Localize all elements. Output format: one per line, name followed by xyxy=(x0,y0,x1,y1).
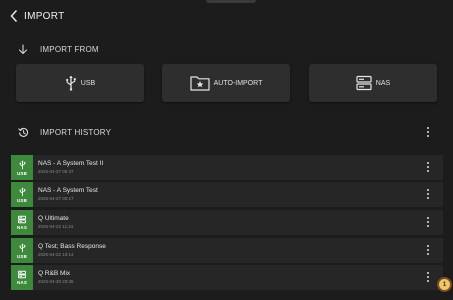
row-text: NAS - A System Test 2025-04-27 00:17 xyxy=(38,187,98,202)
header: IMPORT xyxy=(10,8,65,24)
drag-handle[interactable] xyxy=(206,0,256,3)
row-kebab-icon[interactable] xyxy=(423,160,433,174)
nas-icon xyxy=(18,270,26,279)
row-name: NAS - A System Test xyxy=(38,187,98,194)
usb-icon xyxy=(19,187,25,196)
source-label: USB xyxy=(16,197,28,203)
source-label: NAS xyxy=(16,225,28,230)
row-text: NAS - A System Test II 2025-04-27 00:47 xyxy=(38,160,103,175)
history-icon xyxy=(17,126,29,138)
import-history-header: IMPORT HISTORY xyxy=(17,125,111,139)
usb-icon xyxy=(19,243,25,252)
nas-icon xyxy=(18,215,26,224)
arrow-down-icon xyxy=(17,43,29,55)
import-from-header: IMPORT FROM xyxy=(17,42,99,56)
row-text: Q Test; Bass Response 2025-04-22 10:14 xyxy=(38,243,106,258)
row-name: Q Ultimate xyxy=(38,215,69,222)
source-tile-nas: NAS xyxy=(11,210,33,235)
source-tile-usb: USB xyxy=(11,155,33,180)
row-date: 2025-04-27 00:17 xyxy=(38,196,74,201)
row-name: NAS - A System Test II xyxy=(38,160,104,167)
notification-badge[interactable]: 1 xyxy=(437,277,452,292)
history-menu-kebab-icon[interactable] xyxy=(423,125,433,139)
history-row[interactable]: USB NAS - A System Test 2025-04-27 00:17 xyxy=(11,182,443,207)
source-tile-usb: USB xyxy=(11,182,33,207)
row-text: Q Ultimate 2025-04-22 11:24 xyxy=(38,215,73,230)
source-tile-nas: NAS xyxy=(11,265,33,290)
import-nas-button[interactable]: NAS xyxy=(309,64,437,102)
source-label: USB xyxy=(16,170,28,176)
history-row[interactable]: USB Q Test; Bass Response 2025-04-22 10:… xyxy=(11,238,443,263)
badge-count: 1 xyxy=(442,281,447,288)
usb-icon xyxy=(19,160,25,169)
row-name: Q R&B Mix xyxy=(38,270,71,277)
source-label: NAS xyxy=(16,280,28,285)
history-row[interactable]: NAS Q R&B Mix 2025-04-20 23:36 xyxy=(11,265,443,290)
row-date: 2025-04-27 00:47 xyxy=(38,169,74,174)
import-history-label: IMPORT HISTORY xyxy=(40,127,112,137)
history-row[interactable]: USB NAS - A System Test II 2025-04-27 00… xyxy=(11,155,443,180)
row-kebab-icon[interactable] xyxy=(423,215,433,229)
chevron-left-icon[interactable] xyxy=(10,8,20,24)
row-date: 2025-04-22 11:24 xyxy=(38,224,74,229)
page-title: IMPORT xyxy=(24,10,65,22)
source-tile-usb: USB xyxy=(11,238,33,263)
row-name: Q Test; Bass Response xyxy=(38,243,106,250)
usb-label: USB xyxy=(80,79,96,87)
row-kebab-icon[interactable] xyxy=(423,270,433,284)
import-from-label: IMPORT FROM xyxy=(40,44,99,54)
import-auto-button[interactable]: AUTO-IMPORT xyxy=(162,64,290,102)
history-row[interactable]: NAS Q Ultimate 2025-04-22 11:24 xyxy=(11,210,443,235)
row-text: Q R&B Mix 2025-04-20 23:36 xyxy=(38,270,74,285)
import-screen: IMPORT IMPORT FROM USB AUTO-IMPORT NAS I… xyxy=(0,0,453,300)
auto-import-label: AUTO-IMPORT xyxy=(213,79,263,87)
row-kebab-icon[interactable] xyxy=(423,187,433,201)
usb-icon xyxy=(65,75,77,91)
nas-label: NAS xyxy=(375,79,391,87)
back-button[interactable]: IMPORT xyxy=(10,8,65,24)
row-date: 2025-04-22 10:14 xyxy=(38,252,74,257)
folder-star-icon xyxy=(190,75,210,91)
row-date: 2025-04-20 23:36 xyxy=(38,279,74,284)
source-label: USB xyxy=(16,253,28,259)
row-kebab-icon[interactable] xyxy=(423,243,433,257)
nas-icon xyxy=(356,75,372,91)
import-usb-button[interactable]: USB xyxy=(16,64,144,102)
